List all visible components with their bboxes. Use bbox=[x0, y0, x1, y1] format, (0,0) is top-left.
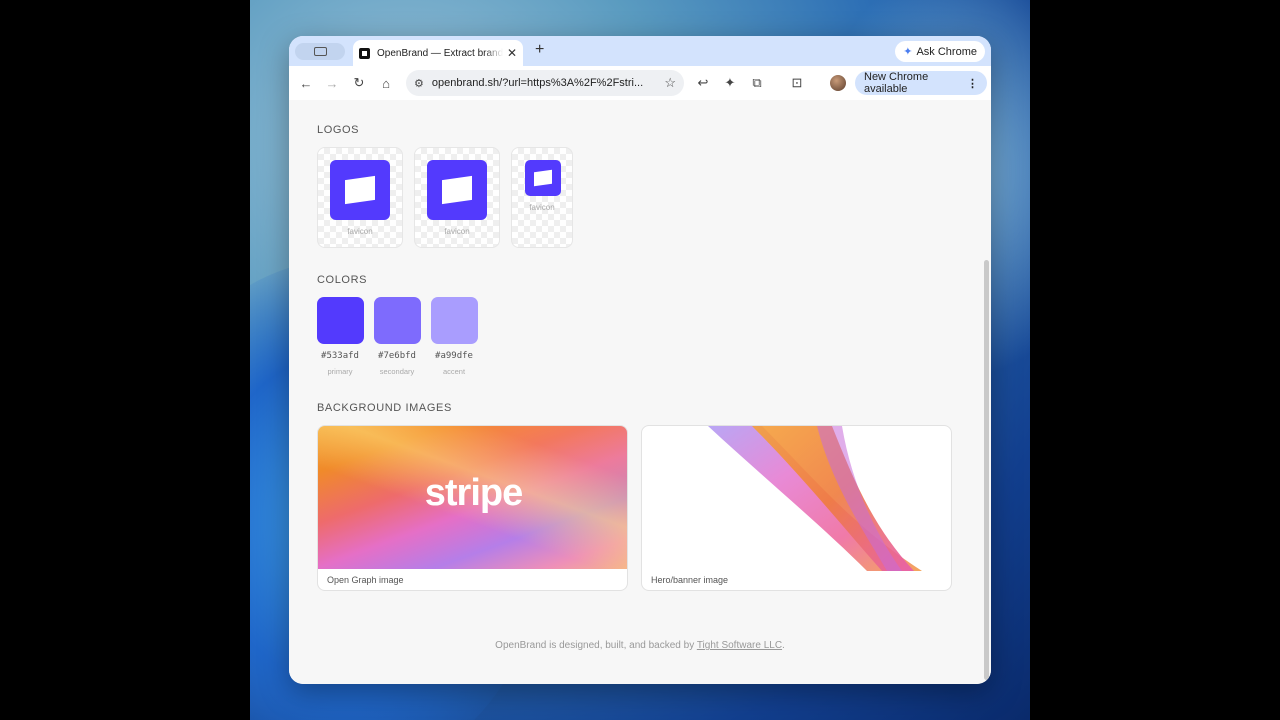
logo-caption: favicon bbox=[444, 227, 470, 236]
forward-icon[interactable]: → bbox=[323, 74, 341, 92]
scrollbar[interactable] bbox=[984, 260, 989, 680]
hero-ribbon-graphic bbox=[708, 426, 922, 571]
more-menu-icon[interactable]: ⋮ bbox=[967, 77, 978, 90]
ask-chrome-label: Ask Chrome bbox=[916, 45, 977, 58]
color-swatch-primary[interactable] bbox=[317, 297, 364, 344]
new-chrome-available-button[interactable]: New Chrome available ⋮ bbox=[855, 71, 987, 95]
footer-link[interactable]: Tight Software LLC bbox=[697, 640, 782, 651]
extension-puzzle-icon[interactable]: ⧉ bbox=[748, 74, 766, 92]
tab-search-icon[interactable]: ⊡ bbox=[788, 74, 806, 92]
reload-icon[interactable]: ↻ bbox=[350, 74, 368, 92]
footer-text: OpenBrand is designed, built, and backed… bbox=[495, 640, 695, 651]
logo-mark-icon bbox=[427, 160, 487, 220]
back-icon[interactable]: ← bbox=[297, 74, 315, 92]
site-settings-icon[interactable]: ⚙ bbox=[414, 77, 424, 90]
color-swatch-accent[interactable] bbox=[431, 297, 478, 344]
logo-mark-icon bbox=[525, 160, 561, 196]
tab-search-icon bbox=[313, 47, 327, 56]
hero-banner-image bbox=[642, 426, 951, 571]
color-role: primary bbox=[327, 367, 353, 376]
sparkle-icon: ✦ bbox=[903, 46, 913, 58]
logo-card[interactable]: favicon bbox=[511, 147, 573, 248]
bg-image-caption: Open Graph image bbox=[327, 575, 404, 585]
openbrand-favicon-icon bbox=[359, 47, 370, 59]
new-tab-button[interactable]: + bbox=[535, 41, 544, 59]
bookmark-star-icon[interactable]: ☆ bbox=[664, 75, 676, 91]
color-swatch-secondary[interactable] bbox=[374, 297, 421, 344]
tab-strip: OpenBrand — Extract brand assets ✕ + ✦ A… bbox=[289, 36, 991, 66]
logo-card[interactable]: favicon bbox=[414, 147, 500, 248]
logo-shape bbox=[534, 169, 552, 187]
stripe-wordmark: stripe bbox=[424, 472, 523, 514]
tab-search-button[interactable] bbox=[295, 43, 345, 60]
footer-end: . bbox=[782, 640, 785, 651]
browser-toolbar: ← → ↻ ⌂ ⚙ openbrand.sh/?url=https%3A%2F%… bbox=[289, 66, 991, 100]
tab-openbrand[interactable]: OpenBrand — Extract brand assets ✕ bbox=[353, 40, 523, 66]
logo-shape bbox=[442, 175, 472, 205]
color-hex: #7e6bfd bbox=[378, 351, 416, 361]
url-text[interactable]: openbrand.sh/?url=https%3A%2F%2Fstri... bbox=[432, 77, 664, 89]
logo-card[interactable]: favicon bbox=[317, 147, 403, 248]
reply-icon[interactable]: ↩ bbox=[694, 74, 712, 92]
address-bar[interactable]: ⚙ openbrand.sh/?url=https%3A%2F%2Fstri..… bbox=[406, 70, 684, 96]
logos-section-title: LOGOS bbox=[317, 124, 360, 136]
logo-caption: favicon bbox=[347, 227, 373, 236]
extension-icon[interactable]: ✦ bbox=[721, 74, 739, 92]
open-graph-image-card[interactable]: stripe Open Graph image bbox=[317, 425, 628, 591]
color-role: secondary bbox=[379, 367, 415, 376]
bg-image-caption: Hero/banner image bbox=[651, 575, 729, 585]
home-icon[interactable]: ⌂ bbox=[377, 74, 395, 92]
browser-window: OpenBrand — Extract brand assets ✕ + ✦ A… bbox=[289, 36, 991, 684]
ask-chrome-button[interactable]: ✦ Ask Chrome bbox=[895, 41, 985, 62]
logo-caption: favicon bbox=[529, 203, 555, 212]
tab-title: OpenBrand — Extract brand assets bbox=[377, 47, 503, 59]
hero-banner-image-card[interactable]: Hero/banner image bbox=[641, 425, 952, 591]
color-hex: #533afd bbox=[321, 351, 359, 361]
page-footer: OpenBrand is designed, built, and backed… bbox=[289, 640, 991, 651]
color-role: accent bbox=[442, 367, 466, 376]
page-content: LOGOS favicon favicon favicon COLORS #53… bbox=[289, 100, 991, 684]
new-chrome-label: New Chrome available bbox=[864, 71, 929, 95]
color-hex: #a99dfe bbox=[435, 351, 473, 361]
tab-close-icon[interactable]: ✕ bbox=[507, 46, 517, 60]
open-graph-image: stripe bbox=[318, 426, 627, 569]
logo-shape bbox=[345, 175, 375, 205]
background-images-section-title: BACKGROUND IMAGES bbox=[317, 402, 452, 414]
avatar[interactable] bbox=[830, 75, 846, 91]
logo-mark-icon bbox=[330, 160, 390, 220]
colors-section-title: COLORS bbox=[317, 274, 368, 286]
